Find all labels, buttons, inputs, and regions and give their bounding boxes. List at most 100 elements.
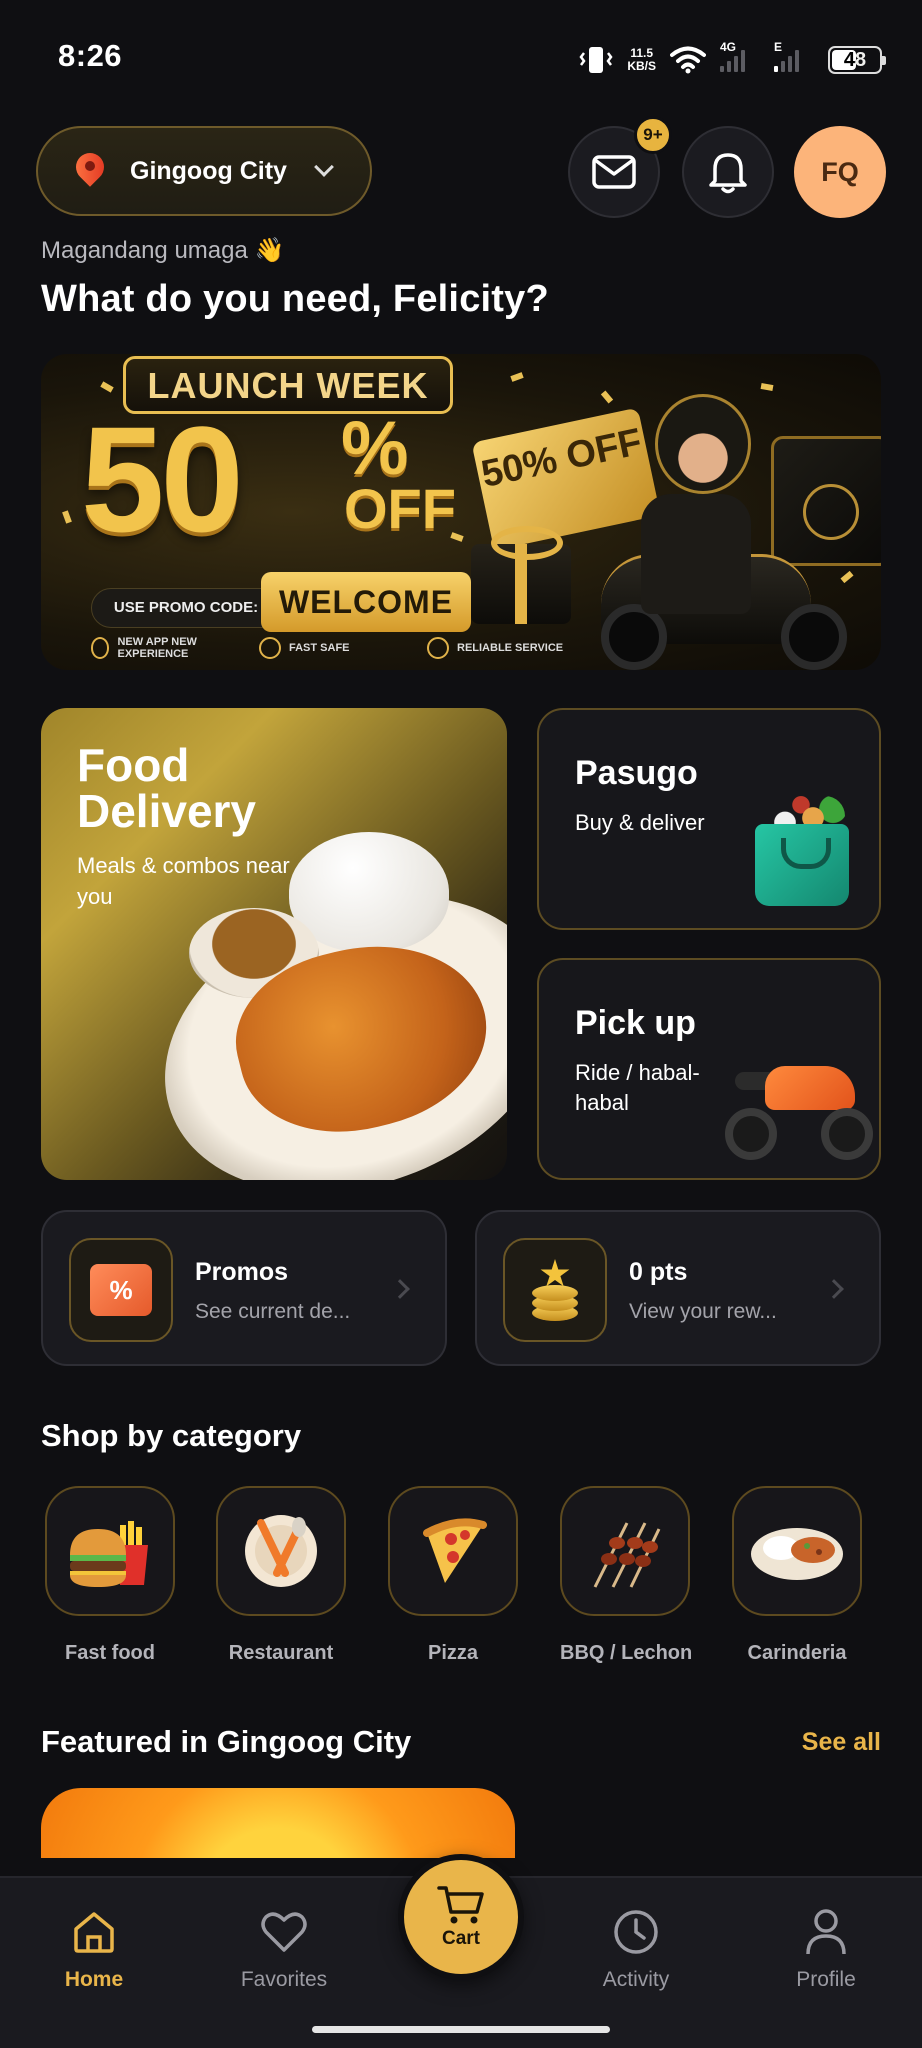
avatar[interactable]: FQ xyxy=(794,126,886,218)
home-icon xyxy=(74,1912,114,1953)
pickup-card[interactable]: Pick up Ride / habal-habal xyxy=(537,958,881,1180)
see-all-link[interactable]: See all xyxy=(802,1728,881,1757)
greeting: Magandang umaga 👋 xyxy=(41,237,285,264)
banner-features: NEW APP NEW EXPERIENCE FAST SAFE RELIABL… xyxy=(91,636,577,660)
brand-emblem xyxy=(803,484,859,540)
vibrate-icon xyxy=(579,47,613,73)
location-selector[interactable]: Gingoog City xyxy=(36,126,372,216)
page-title: What do you need, Felicity? xyxy=(41,278,549,320)
heart-icon xyxy=(261,1912,307,1952)
pickup-subtitle: Ride / habal-habal xyxy=(575,1060,700,1115)
rice-plate-icon xyxy=(732,1486,862,1616)
status-time: 8:26 xyxy=(58,38,123,73)
thumbs-up-icon xyxy=(427,637,449,659)
feature-fast-safe: FAST SAFE xyxy=(259,636,409,660)
battery-level: 48 xyxy=(843,48,867,71)
status-bar: 8:26 11.5 KB/S 4G E 48 xyxy=(0,0,922,110)
shopping-bag-icon xyxy=(755,824,849,906)
category-label: Restaurant xyxy=(228,1642,334,1664)
chevron-right-icon xyxy=(390,1279,410,1299)
rider-image xyxy=(641,494,751,614)
chevron-right-icon xyxy=(824,1279,844,1299)
category-fast-food[interactable]: Fast food xyxy=(45,1486,175,1665)
feature-label: FAST SAFE xyxy=(289,642,350,654)
home-screen: 8:26 11.5 KB/S 4G E 48 Gingoog City 9+ F… xyxy=(0,0,922,2048)
location-pin-icon xyxy=(76,153,104,189)
plate-utensils-icon xyxy=(216,1486,346,1616)
notifications-button[interactable] xyxy=(682,126,774,218)
coins-star-icon xyxy=(503,1238,607,1342)
rider-helmet-image xyxy=(655,394,751,494)
network-type-label: 4G xyxy=(720,40,737,54)
food-delivery-subtitle: Meals & combos near you xyxy=(77,853,290,909)
nav-activity[interactable]: Activity xyxy=(571,1906,701,1992)
shield-icon xyxy=(259,637,281,659)
rocket-icon xyxy=(91,637,110,659)
signal-strength-icon-2: E xyxy=(774,40,814,72)
bell-icon xyxy=(709,153,747,194)
category-bbq-lechon[interactable]: BBQ / Lechon xyxy=(560,1486,693,1665)
promo-banner[interactable]: LAUNCH WEEK 50 % OFF 50% OFF USE PROMO C… xyxy=(41,354,881,670)
shop-by-category-title: Shop by category xyxy=(41,1418,302,1453)
burger-fries-icon xyxy=(45,1486,175,1616)
nav-favorites-label: Favorites xyxy=(240,1968,328,1991)
nav-favorites[interactable]: Favorites xyxy=(219,1906,349,1992)
promos-title: Promos xyxy=(195,1258,289,1286)
discount-symbol: % xyxy=(341,406,409,491)
nav-home-label: Home xyxy=(64,1968,124,1991)
cart-button[interactable]: Cart xyxy=(398,1854,524,1980)
promos-card[interactable]: % Promos See current de... xyxy=(41,1210,447,1366)
promo-code: WELCOME xyxy=(261,572,471,632)
signal-strength-icon: 4G xyxy=(720,40,760,72)
nav-profile-label: Profile xyxy=(796,1968,856,1991)
category-pizza[interactable]: Pizza xyxy=(388,1486,518,1665)
food-delivery-title: Food Delivery xyxy=(77,739,257,837)
featured-title: Featured in Gingoog City xyxy=(41,1724,412,1759)
chevron-down-icon xyxy=(314,157,334,177)
status-icons: 11.5 KB/S 4G E 48 xyxy=(579,40,886,80)
network-type-label-2: E xyxy=(774,40,783,54)
nav-profile[interactable]: Profile xyxy=(761,1906,891,1992)
location-name: Gingoog City xyxy=(130,156,287,185)
category-restaurant[interactable]: Restaurant xyxy=(216,1486,346,1665)
category-carinderia[interactable]: Carinderia xyxy=(732,1486,862,1665)
skewer-icon xyxy=(560,1486,690,1616)
home-indicator[interactable] xyxy=(312,2026,610,2033)
wifi-icon xyxy=(670,46,706,74)
pasugo-title: Pasugo xyxy=(575,754,698,792)
points-subtitle: View your rew... xyxy=(629,1300,777,1323)
cart-icon xyxy=(437,1886,484,1924)
food-delivery-card[interactable]: Food Delivery Meals & combos near you xyxy=(41,708,507,1180)
feature-new-app: NEW APP NEW EXPERIENCE xyxy=(91,636,241,660)
discount-number: 50 xyxy=(81,395,244,563)
nav-activity-label: Activity xyxy=(602,1968,670,1991)
gift-box-image xyxy=(471,526,571,624)
pasugo-subtitle: Buy & deliver xyxy=(575,810,705,835)
pasugo-card[interactable]: Pasugo Buy & deliver xyxy=(537,708,881,930)
nav-home[interactable]: Home xyxy=(29,1906,159,1992)
network-speed-unit: KB/S xyxy=(627,59,656,73)
motorcycle-icon xyxy=(725,1038,875,1168)
pickup-title: Pick up xyxy=(575,1004,696,1042)
messages-badge: 9+ xyxy=(634,116,672,154)
feature-label: RELIABLE SERVICE xyxy=(457,642,564,654)
category-label: Fast food xyxy=(65,1642,155,1664)
points-card[interactable]: 0 pts View your rew... xyxy=(475,1210,881,1366)
mail-icon xyxy=(592,155,636,189)
cart-label: Cart xyxy=(441,1928,480,1949)
feature-reliable: RELIABLE SERVICE xyxy=(427,636,577,660)
user-icon xyxy=(806,1909,846,1955)
pizza-icon xyxy=(388,1486,518,1616)
category-label: BBQ / Lechon xyxy=(560,1642,693,1664)
promo-code-label: USE PROMO CODE: xyxy=(91,588,281,628)
discount-ticket: 50% OFF xyxy=(471,407,661,551)
feature-label: NEW APP NEW EXPERIENCE xyxy=(117,636,197,660)
discount-off: OFF xyxy=(344,477,456,540)
points-title: 0 pts xyxy=(629,1258,688,1286)
network-speed: 11.5 KB/S xyxy=(627,47,656,73)
promos-subtitle: See current de... xyxy=(195,1300,351,1323)
category-label: Pizza xyxy=(427,1642,479,1664)
battery-icon: 48 xyxy=(828,46,886,74)
clock-icon xyxy=(614,1910,658,1954)
promo-ticket-icon: % xyxy=(69,1238,173,1342)
